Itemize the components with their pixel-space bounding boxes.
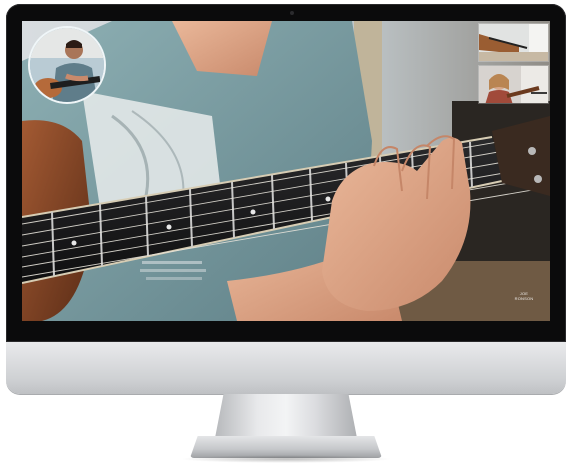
video-call-screen: JOE RONSON [22, 21, 550, 321]
self-view-video[interactable] [28, 26, 106, 104]
monitor-chin [6, 342, 566, 394]
name-tag-line-2: RONSON [514, 296, 534, 301]
participant-name-tag: JOE RONSON [504, 291, 544, 301]
participant-video-2 [479, 66, 548, 103]
participant-thumbnail-1[interactable] [478, 23, 549, 62]
participant-thumbnail-2[interactable] [478, 65, 549, 104]
monitor-stand-neck [215, 394, 357, 438]
participant-video-1 [479, 24, 548, 61]
page: JOE RONSON [0, 0, 572, 465]
monitor-stand-shadow [180, 455, 392, 463]
webcam-icon [290, 11, 294, 15]
